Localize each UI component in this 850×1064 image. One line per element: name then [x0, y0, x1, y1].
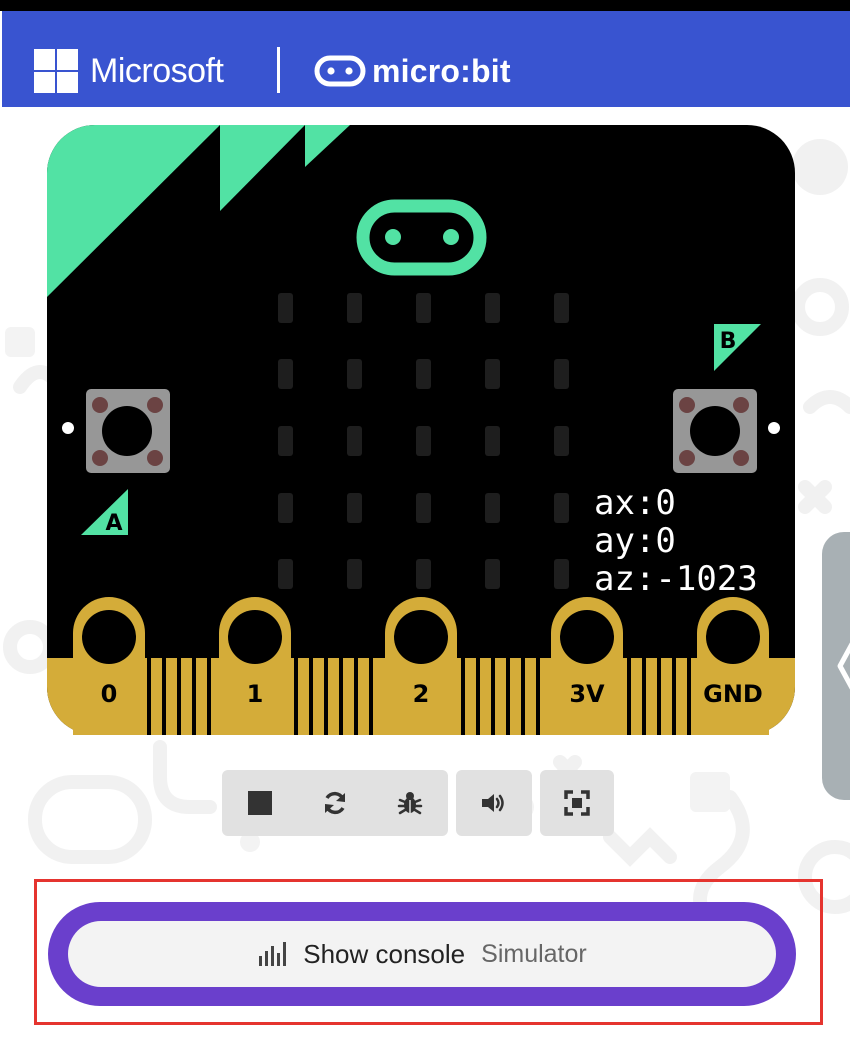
stop-button[interactable] — [222, 770, 297, 836]
product-name: micro:bit — [372, 53, 511, 89]
led — [278, 293, 293, 323]
led — [485, 293, 500, 323]
pin-2-label: 2 — [413, 680, 430, 708]
led — [278, 359, 293, 389]
led — [347, 426, 362, 456]
led — [416, 293, 431, 323]
bar-chart-icon — [259, 942, 287, 966]
led — [554, 359, 569, 389]
readout-ay: ay:0 — [594, 521, 676, 561]
toolbar-group-view — [540, 770, 614, 836]
pin-gnd-label: GND — [703, 680, 763, 708]
show-console-button[interactable]: Show console Simulator — [68, 921, 776, 987]
header-divider — [277, 47, 280, 93]
button-a-label: A — [105, 511, 122, 536]
fullscreen-icon — [564, 790, 590, 816]
show-console-label: Show console — [303, 938, 466, 969]
led — [416, 493, 431, 523]
microbit-board: A B ax:0 ay:0 az:-1023 0 1 2 3V GND — [47, 125, 795, 735]
side-panel-toggle[interactable] — [822, 532, 850, 800]
volume-icon — [481, 794, 504, 812]
show-console-button-ring: Show console Simulator — [48, 902, 796, 1006]
led — [278, 426, 293, 456]
led — [416, 559, 431, 589]
toolbar-group-run — [222, 770, 448, 836]
pin-1-label: 1 — [247, 680, 264, 708]
led — [416, 359, 431, 389]
led — [347, 293, 362, 323]
led — [485, 359, 500, 389]
pin-gnd[interactable]: GND — [697, 597, 769, 735]
led — [278, 559, 293, 589]
led — [485, 559, 500, 589]
microbit-board-graphic: A B ax:0 ay:0 az:-1023 0 1 2 3V GND — [47, 125, 795, 735]
led — [485, 493, 500, 523]
chevron-left-icon — [837, 642, 850, 690]
led — [554, 426, 569, 456]
led — [554, 559, 569, 589]
toolbar-group-sound — [456, 770, 532, 836]
pin-0[interactable]: 0 — [73, 597, 145, 735]
pin-3v[interactable]: 3V — [551, 597, 623, 735]
button-b-label: B — [720, 329, 737, 354]
readout-az: az:-1023 — [594, 559, 758, 599]
window-top-bar — [0, 0, 850, 11]
pin-0-label: 0 — [101, 680, 118, 708]
bug-icon — [397, 792, 422, 815]
stop-icon — [247, 791, 272, 815]
led — [278, 493, 293, 523]
brand-name: Microsoft — [90, 52, 224, 90]
restart-icon — [324, 791, 345, 815]
pin-1[interactable]: 1 — [219, 597, 291, 735]
led — [416, 426, 431, 456]
led — [554, 293, 569, 323]
microbit-logo-icon — [314, 55, 366, 87]
restart-button[interactable] — [297, 770, 372, 836]
console-source-label: Simulator — [481, 939, 587, 968]
app-header: Microsoft micro:bit — [2, 11, 850, 107]
pin-3v-label: 3V — [569, 680, 605, 708]
debug-button[interactable] — [372, 770, 447, 836]
led — [554, 493, 569, 523]
microsoft-logo-icon — [34, 49, 78, 93]
fullscreen-button[interactable] — [540, 770, 614, 836]
led — [485, 426, 500, 456]
led — [347, 493, 362, 523]
pin-2[interactable]: 2 — [385, 597, 457, 735]
mute-button[interactable] — [456, 770, 531, 836]
led — [347, 559, 362, 589]
readout-ax: ax:0 — [594, 483, 676, 523]
led — [347, 359, 362, 389]
